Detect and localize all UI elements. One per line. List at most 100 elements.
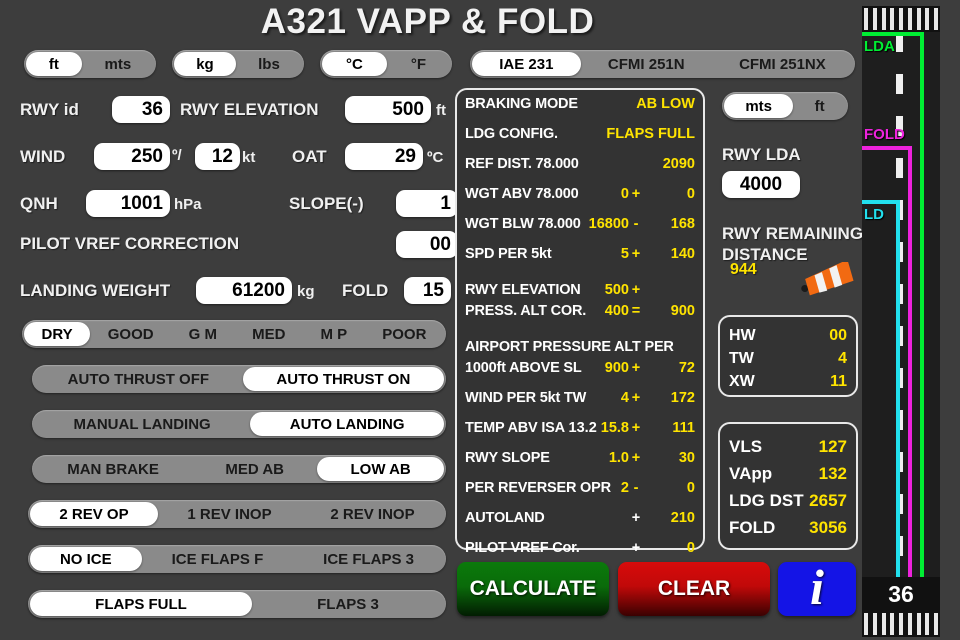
rwy-id-label: RWY id <box>20 100 79 119</box>
result-row: RWY SLOPE 1.0 + 30 <box>465 450 695 480</box>
result-value: 172 <box>670 390 695 406</box>
result-mid: 900 <box>604 360 629 376</box>
result-value: 2090 <box>662 156 695 172</box>
result-operator: + <box>631 450 641 466</box>
wind-direction-unit: º/ <box>172 147 182 164</box>
landing-weight-unit: kg <box>297 283 315 300</box>
result-label: AUTOLAND <box>465 510 545 526</box>
weight-unit-toggle[interactable]: kg lbs <box>172 50 304 78</box>
fold-input[interactable]: 15 <box>404 277 451 304</box>
reverser-option-2-rev-op[interactable]: 2 REV OP <box>30 502 158 526</box>
temperature-unit-option-fahrenheit[interactable]: °F <box>387 52 450 76</box>
result-label: AIRPORT PRESSURE ALT PER <box>465 339 674 355</box>
distance-unit-option-ft[interactable]: ft <box>793 94 846 118</box>
engine-option-iae-231[interactable]: IAE 231 <box>472 52 581 76</box>
flaps-option-full[interactable]: FLAPS FULL <box>30 592 252 616</box>
wind-direction-input[interactable]: 250 <box>94 143 170 170</box>
runway-condition-option-poor[interactable]: POOR <box>365 322 444 346</box>
result-label: PILOT VREF Cor. <box>465 540 580 556</box>
speed-row: VLS 127 <box>720 433 856 460</box>
ice-option-no-ice[interactable]: NO ICE <box>30 547 142 571</box>
result-value: 0 <box>686 186 695 202</box>
weight-unit-option-kg[interactable]: kg <box>174 52 236 76</box>
auto-thrust-option-on[interactable]: AUTO THRUST ON <box>242 367 444 391</box>
length-unit-toggle[interactable]: ft mts <box>24 50 156 78</box>
ice-option-ice-flaps-3[interactable]: ICE FLAPS 3 <box>293 547 444 571</box>
weight-unit-option-lbs[interactable]: lbs <box>236 52 302 76</box>
brake-mode-option-low-ab[interactable]: LOW AB <box>317 457 444 481</box>
result-row: PRESS. ALT COR. 400 = 900 <box>465 303 695 333</box>
landing-mode-option-auto[interactable]: AUTO LANDING <box>250 412 445 436</box>
results-panel: BRAKING MODE AB LOW LDG CONFIG. FLAPS FU… <box>455 88 705 556</box>
result-value: 111 <box>672 420 695 436</box>
engine-option-cfmi-251nx[interactable]: CFMI 251NX <box>712 52 853 76</box>
reverser-option-1-rev-inop[interactable]: 1 REV INOP <box>158 502 301 526</box>
landing-weight-input[interactable]: 61200 <box>196 277 292 304</box>
runway-threshold-stripes-top <box>862 6 940 32</box>
distance-unit-toggle[interactable]: mts ft <box>722 92 848 120</box>
result-label: WGT ABV 78.000 <box>465 186 579 202</box>
ice-config-row[interactable]: NO ICE ICE FLAPS F ICE FLAPS 3 <box>28 545 446 573</box>
flaps-option-3[interactable]: FLAPS 3 <box>252 592 444 616</box>
result-row: LDG CONFIG. FLAPS FULL <box>465 126 695 156</box>
runway-condition-row[interactable]: DRY GOOD G M MED M P POOR <box>22 320 446 348</box>
reverser-option-2-rev-inop[interactable]: 2 REV INOP <box>301 502 444 526</box>
speeds-box: VLS 127 VApp 132 LDG DST 2657 FOLD 3056 <box>718 422 858 550</box>
flaps-config-row[interactable]: FLAPS FULL FLAPS 3 <box>28 590 446 618</box>
result-operator: + <box>631 420 641 436</box>
auto-thrust-row[interactable]: AUTO THRUST OFF AUTO THRUST ON <box>32 365 446 393</box>
result-row: AUTOLAND + 210 <box>465 510 695 540</box>
result-value: 168 <box>670 216 695 232</box>
wind-speed-input[interactable]: 12 <box>195 143 240 170</box>
result-value: 0 <box>686 540 695 556</box>
temperature-unit-toggle[interactable]: °C °F <box>320 50 452 78</box>
rwy-lda-input[interactable]: 4000 <box>722 171 800 198</box>
runway-condition-option-dry[interactable]: DRY <box>24 322 91 346</box>
engine-option-cfmi-251n[interactable]: CFMI 251N <box>581 52 712 76</box>
rwy-elevation-input[interactable]: 500 <box>345 96 431 123</box>
result-prefix: 13.2 <box>568 420 597 436</box>
runway-condition-option-med[interactable]: MED <box>235 322 303 346</box>
rwy-id-input[interactable]: 36 <box>112 96 170 123</box>
runway-condition-option-gm[interactable]: G M <box>171 322 234 346</box>
qnh-input[interactable]: 1001 <box>86 190 170 217</box>
oat-input[interactable]: 29 <box>345 143 423 170</box>
speed-row: FOLD 3056 <box>720 514 856 541</box>
brake-mode-option-med-ab[interactable]: MED AB <box>192 457 317 481</box>
calculate-button[interactable]: CALCULATE <box>457 562 609 616</box>
ice-option-ice-flaps-f[interactable]: ICE FLAPS F <box>142 547 294 571</box>
result-operator: + <box>631 510 641 526</box>
runway-surface: LDA FOLD LD <box>862 32 940 577</box>
rwy-remaining-value: 944 <box>730 261 757 278</box>
result-operator: - <box>633 480 639 496</box>
landing-mode-row[interactable]: MANUAL LANDING AUTO LANDING <box>32 410 446 438</box>
wind-component-row: HW 00 <box>720 324 856 347</box>
temperature-unit-option-celsius[interactable]: °C <box>322 52 387 76</box>
result-label: REF DIST. 78.000 <box>465 156 579 172</box>
brake-mode-row[interactable]: MAN BRAKE MED AB LOW AB <box>32 455 446 483</box>
wind-component-label: HW <box>729 326 756 344</box>
auto-thrust-option-off[interactable]: AUTO THRUST OFF <box>34 367 243 391</box>
clear-button[interactable]: CLEAR <box>618 562 770 616</box>
wind-component-row: TW 4 <box>720 347 856 370</box>
slope-input[interactable]: 1 <box>396 190 458 217</box>
engine-selector[interactable]: IAE 231 CFMI 251N CFMI 251NX <box>470 50 855 78</box>
fold-label: FOLD <box>342 281 389 300</box>
rwy-elevation-unit: ft <box>436 102 446 119</box>
runway-threshold-stripes-bottom <box>862 611 940 637</box>
runway-condition-option-good[interactable]: GOOD <box>90 322 171 346</box>
distance-unit-option-mts[interactable]: mts <box>724 94 794 118</box>
runway-condition-option-mp[interactable]: M P <box>303 322 365 346</box>
brake-mode-option-man-brake[interactable]: MAN BRAKE <box>34 457 192 481</box>
pilot-vref-correction-input[interactable]: 00 <box>396 231 458 258</box>
page-title: A321 VAPP & FOLD <box>260 2 595 41</box>
marker-ld: LD <box>862 200 940 577</box>
length-unit-option-mts[interactable]: mts <box>82 52 154 76</box>
reverser-config-row[interactable]: 2 REV OP 1 REV INOP 2 REV INOP <box>28 500 446 528</box>
result-operator: + <box>631 540 641 556</box>
speed-value: 132 <box>818 463 847 483</box>
info-button[interactable]: i <box>778 562 856 616</box>
length-unit-option-ft[interactable]: ft <box>26 52 82 76</box>
result-operator: = <box>631 303 641 319</box>
landing-mode-option-manual[interactable]: MANUAL LANDING <box>34 412 250 436</box>
